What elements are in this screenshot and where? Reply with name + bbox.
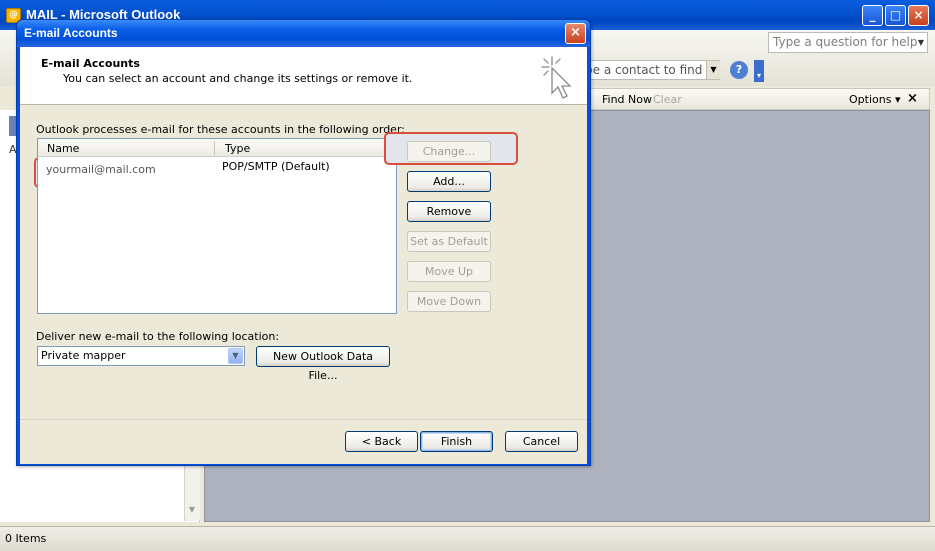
change-button[interactable]: Change... xyxy=(407,141,491,162)
deliver-location-label: Deliver new e-mail to the following loca… xyxy=(36,330,280,343)
remove-button[interactable]: Remove xyxy=(407,201,491,222)
close-button[interactable]: × xyxy=(908,5,929,26)
set-default-button[interactable]: Set as Default xyxy=(407,231,491,252)
column-divider[interactable] xyxy=(214,141,215,155)
dialog-header: E-mail Accounts You can select an accoun… xyxy=(20,47,587,105)
new-data-file-button[interactable]: New Outlook Data File... xyxy=(256,346,390,382)
email-accounts-dialog: E-mail Accounts × E-mail Accounts You ca… xyxy=(16,19,591,466)
back-button[interactable]: < Back xyxy=(345,431,418,452)
dialog-close-button[interactable]: × xyxy=(565,23,586,44)
dialog-titlebar: E-mail Accounts × xyxy=(17,20,590,47)
dialog-body: E-mail Accounts You can select an accoun… xyxy=(20,47,587,464)
header-title: E-mail Accounts xyxy=(41,57,140,70)
column-header-type[interactable]: Type xyxy=(225,142,250,155)
header-subtitle: You can select an account and change its… xyxy=(63,72,413,85)
options-menu[interactable]: Options ▾ xyxy=(849,93,900,106)
deliver-location-select[interactable]: Private mapper ▼ xyxy=(37,346,245,366)
cancel-button[interactable]: Cancel xyxy=(505,431,578,452)
move-up-button[interactable]: Move Up xyxy=(407,261,491,282)
cursor-click-icon xyxy=(541,56,572,99)
status-item-count: 0 Items xyxy=(5,532,47,545)
find-now-button[interactable]: Find Now xyxy=(602,93,652,106)
list-header: Name Type xyxy=(38,139,396,157)
finish-button[interactable]: Finish xyxy=(420,431,493,452)
help-icon[interactable]: ? xyxy=(730,61,748,79)
dialog-title: E-mail Accounts xyxy=(24,26,118,40)
help-placeholder: Type a question for help xyxy=(773,35,918,49)
minimize-button[interactable]: _ xyxy=(862,5,883,26)
maximize-button[interactable]: □ xyxy=(885,5,906,26)
account-name[interactable]: yourmail@mail.com xyxy=(46,163,156,176)
scroll-down-icon[interactable]: ▼ xyxy=(186,505,198,519)
deliver-location-value: Private mapper xyxy=(41,349,126,362)
status-bar: 0 Items xyxy=(0,526,935,551)
account-type[interactable]: POP/SMTP (Default) xyxy=(222,160,330,173)
contact-dropdown-icon[interactable]: ▼ xyxy=(706,61,720,79)
footer-separator xyxy=(20,419,587,420)
move-down-button[interactable]: Move Down xyxy=(407,291,491,312)
accounts-list[interactable]: Name Type yourmail@mail.com POP/SMTP (De… xyxy=(37,138,397,314)
add-button[interactable]: Add... xyxy=(407,171,491,192)
find-close-icon[interactable]: × xyxy=(907,91,918,106)
column-header-name[interactable]: Name xyxy=(47,142,79,155)
chevron-down-icon[interactable]: ▼ xyxy=(915,33,927,52)
accounts-order-label: Outlook processes e-mail for these accou… xyxy=(36,123,405,136)
contact-search-input[interactable]: pe a contact to find xyxy=(580,60,720,80)
help-search-input[interactable]: Type a question for help ▼ xyxy=(768,32,928,53)
toolbar-overflow-icon[interactable]: ▾ xyxy=(754,60,764,82)
chevron-down-icon[interactable]: ▼ xyxy=(228,348,243,364)
clear-button[interactable]: Clear xyxy=(653,93,682,106)
find-bar: Find Now Clear Options ▾ × xyxy=(590,88,930,110)
contact-placeholder: pe a contact to find xyxy=(585,63,703,77)
